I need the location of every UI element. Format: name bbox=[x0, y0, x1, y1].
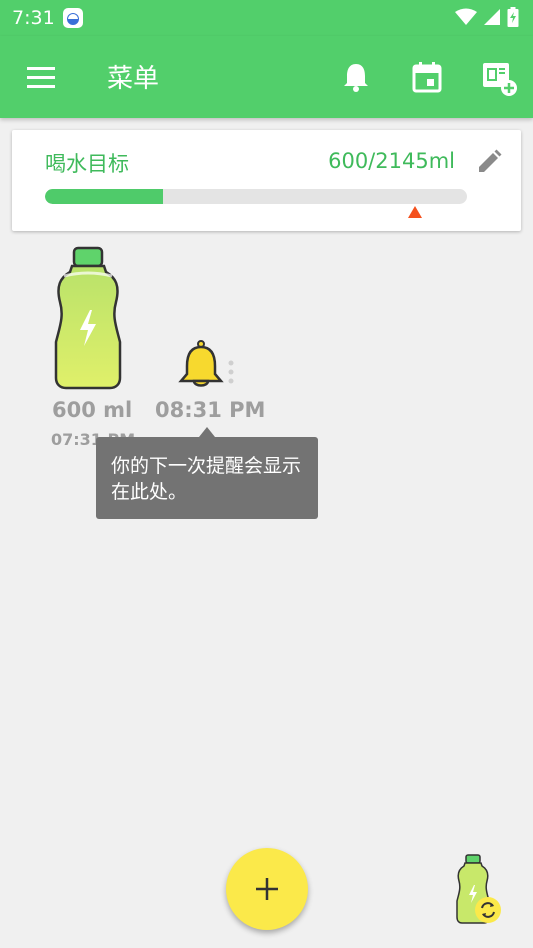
calendar-icon[interactable] bbox=[408, 58, 446, 96]
goal-value: 600/2145ml bbox=[328, 149, 455, 173]
pencil-icon[interactable] bbox=[475, 148, 503, 176]
plus-icon bbox=[256, 878, 278, 900]
wifi-icon bbox=[455, 8, 477, 25]
battery-charging-icon bbox=[507, 7, 519, 27]
status-bar: 7:31 bbox=[0, 0, 533, 36]
menu-icon[interactable] bbox=[24, 62, 58, 92]
status-time: 7:31 bbox=[12, 7, 55, 29]
goal-label: 喝水目标 bbox=[45, 152, 129, 176]
water-bottle-icon[interactable] bbox=[54, 246, 122, 390]
tooltip-arrow bbox=[199, 427, 215, 437]
entry-amount: 600 ml bbox=[52, 398, 133, 422]
next-reminder-time: 08:31 PM bbox=[155, 398, 266, 422]
goal-progress-fill bbox=[45, 189, 164, 204]
more-options-icon[interactable] bbox=[227, 359, 235, 385]
add-widget-icon[interactable] bbox=[480, 58, 518, 96]
status-icons bbox=[455, 7, 519, 27]
add-drink-button[interactable] bbox=[226, 848, 308, 930]
goal-card: 喝水目标 600/2145ml bbox=[12, 130, 521, 231]
next-reminder-tooltip: 你的下一次提醒会显示在此处。 bbox=[96, 437, 318, 519]
goal-progress-bar bbox=[45, 189, 467, 204]
app-notification-icon bbox=[63, 8, 83, 28]
bell-icon[interactable] bbox=[337, 58, 375, 96]
page-title: 菜单 bbox=[107, 64, 160, 94]
switch-cup-icon[interactable] bbox=[456, 853, 504, 925]
signal-icon bbox=[484, 9, 500, 25]
app-bar: 菜单 bbox=[0, 36, 533, 118]
goal-marker-icon bbox=[408, 206, 422, 218]
bell-icon bbox=[178, 340, 224, 387]
